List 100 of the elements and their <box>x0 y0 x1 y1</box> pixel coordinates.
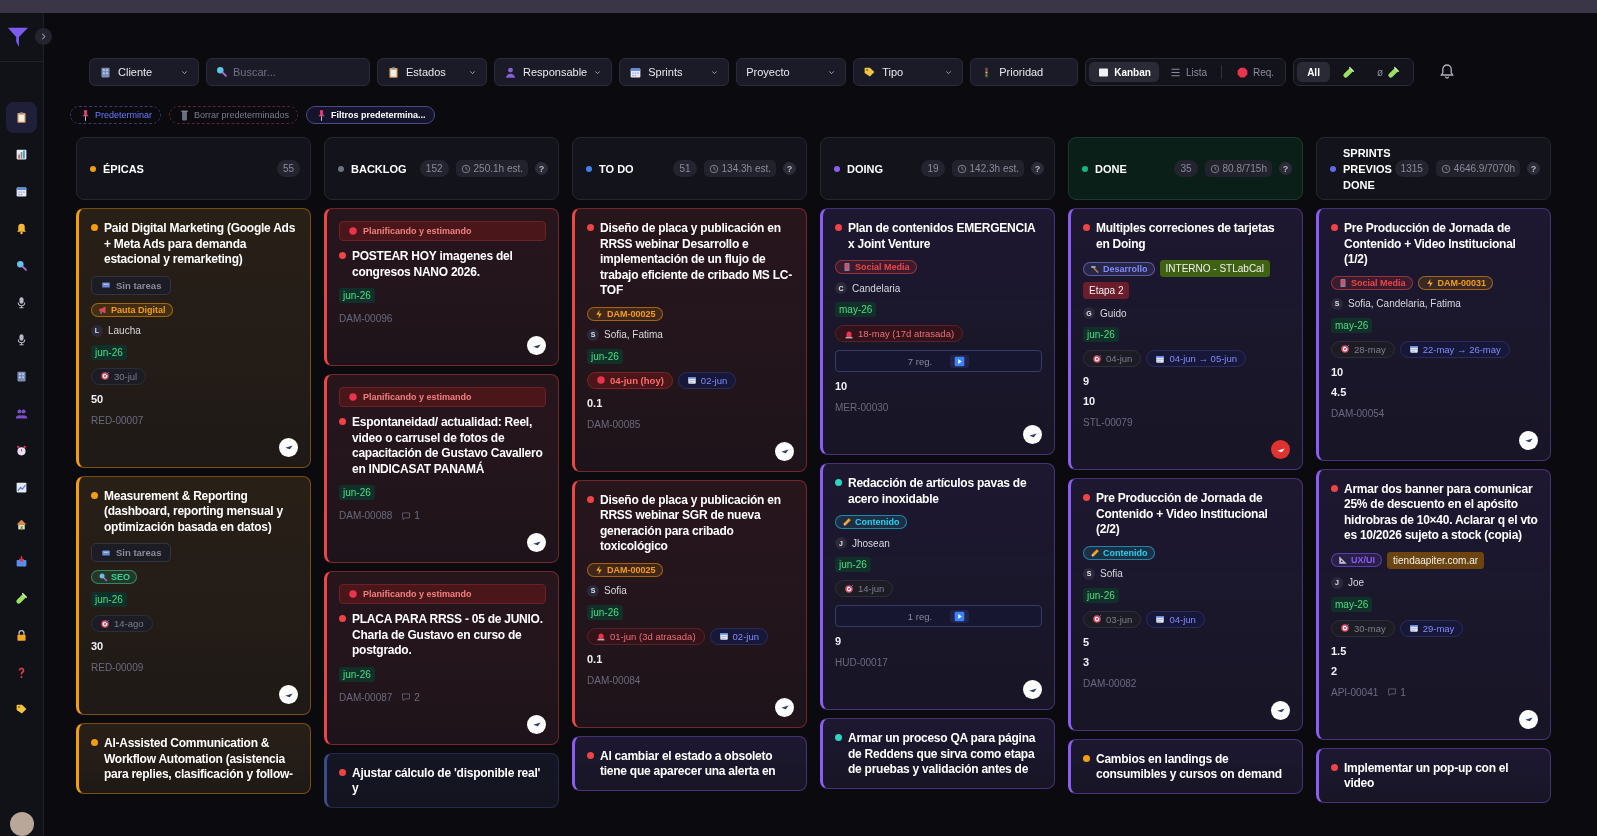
task-card[interactable]: Armar un proceso QA para página de Reddens que sirva como etapa de pruebas y validación antes de <box>820 718 1055 789</box>
card-id: DAM-00096 <box>339 313 393 324</box>
sidebar-item[interactable] <box>6 102 37 133</box>
help-button[interactable]: ? <box>1527 162 1540 175</box>
filter-chip[interactable]: Filtros predetermina... <box>306 106 435 124</box>
count-badge: 35 <box>1174 160 1198 177</box>
estimate-value: 2 <box>1331 664 1339 677</box>
help-button[interactable]: ? <box>1031 162 1044 175</box>
help-button[interactable]: ? <box>535 162 548 175</box>
help-button[interactable]: ? <box>783 162 796 175</box>
filter-dropdown[interactable]: Cliente <box>89 58 199 86</box>
line-chart-icon <box>15 481 28 494</box>
time-records-button[interactable]: 1 reg. <box>835 605 1042 627</box>
calendar-icon <box>1155 353 1166 364</box>
task-card[interactable]: Implementar un pop-up con el video <box>1316 747 1551 803</box>
tag: DAM-00025 <box>587 306 663 321</box>
card-title: Redacción de artículos pavas de acero inoxidable <box>848 476 1028 507</box>
assignee-names: Guido <box>1100 307 1127 319</box>
calendar-icon <box>15 185 28 198</box>
mode-tab[interactable]: All <box>1297 62 1330 82</box>
expand-button[interactable] <box>35 28 52 45</box>
card-title: Pre Producción de Jornada de Contenido + Video Institucional (1/2) <box>1344 221 1517 268</box>
date-pill: 30-may <box>1331 619 1395 637</box>
sprint-tag: may-26 <box>1331 317 1373 333</box>
task-card[interactable]: Al cambiar el estado a obsoleto tiene que aparecer una alerta en <box>572 735 807 791</box>
user-avatar[interactable] <box>9 812 34 836</box>
assignee-names: Laucha <box>108 325 141 336</box>
tag: SEO <box>91 570 137 584</box>
task-card[interactable]: AI-Assisted Communication & Workflow Automation (asistencia para replies, clasificación y follow- <box>76 723 311 794</box>
filter-dropdown[interactable]: Sprints <box>619 58 730 86</box>
task-card[interactable] <box>1316 468 1551 740</box>
view-tab[interactable]: Lista <box>1160 62 1215 82</box>
siren-icon <box>596 631 606 641</box>
help-button[interactable]: ? <box>1279 162 1292 175</box>
date-pill: 04-jun <box>1146 610 1205 628</box>
filter-button[interactable]: Prioridad <box>970 58 1079 86</box>
estimate-value: 9 <box>835 635 843 647</box>
test-tube-icon <box>1387 65 1401 79</box>
card-id: HUD-00017 <box>835 657 888 668</box>
date-pill: 03-jun <box>1083 610 1142 628</box>
bell-icon <box>15 222 28 235</box>
card-id: API-00041 <box>1331 686 1379 698</box>
date-pill: 22-may → 26-may <box>1399 340 1510 358</box>
test-tube-icon <box>1341 65 1355 79</box>
date-pill: 04-jun → 05-jun <box>1146 350 1247 367</box>
filter-dropdown[interactable]: Tipo <box>853 58 964 86</box>
mode-tab[interactable]: ø <box>1366 62 1411 82</box>
tag: UX/UI <box>1331 553 1382 567</box>
card-stack-icon <box>101 280 111 290</box>
task-card[interactable]: Measurement & Reporting (dashboard, reporting mensual y optimización basada en datos) Sin tareas SEO jun-26 14-ago 30 RED-00009 <box>76 475 311 715</box>
comment-count: 1 <box>1387 686 1406 698</box>
target-icon <box>100 618 110 629</box>
play-icon <box>954 355 966 367</box>
status-banner: Planificando y estimando <box>339 221 546 241</box>
comment-count: 2 <box>401 691 420 703</box>
tag: INTERNO - STLabCal <box>1159 260 1270 277</box>
stop-sign-icon <box>1236 65 1249 79</box>
view-tab[interactable]: Req. <box>1228 62 1283 82</box>
calendar-icon <box>686 375 697 385</box>
task-card[interactable]: Cambios en landings de consumibles y cursos on demand <box>1068 738 1303 794</box>
filter-dropdown[interactable]: Proyecto <box>736 58 847 86</box>
tag: Pauta Digital <box>91 302 173 317</box>
card-id: DAM-00084 <box>587 674 641 686</box>
sprint-tag: jun-26 <box>835 557 871 572</box>
clipboard-icon <box>15 111 28 124</box>
filter-dropdown[interactable]: Estados <box>377 58 487 86</box>
column-title: BACKLOG <box>351 161 408 177</box>
board-icon <box>1097 65 1111 79</box>
calendar-icon <box>629 65 643 79</box>
card-title: Cambios en landings de consumibles y cursos on demand <box>1096 751 1283 783</box>
task-card[interactable]: Ajustar cálculo de 'disponible real' y <box>324 752 559 808</box>
test-tube-icon <box>15 592 28 605</box>
card-title: Implementar un pop-up con el video <box>1344 760 1510 792</box>
estimate-badge: 4646.9/7070h <box>1435 160 1520 177</box>
view-tab[interactable]: Kanban <box>1089 62 1159 82</box>
microphone-icon <box>15 296 28 309</box>
card-title: Diseño de placa y publicación en RRSS webinar Desarrollo e implementación de un flujo de trabajo eficiente de cribado MS LC-TOF <box>600 221 793 299</box>
time-records-button[interactable]: 7 reg. <box>835 350 1042 372</box>
card-id: DAM-00054 <box>1331 407 1385 419</box>
card-id: STL-00079 <box>1083 417 1133 428</box>
task-card[interactable]: Planificando y estimando POSTEAR HOY imagenes del congresos NANO 2026. jun-26 DAM-00096 <box>324 208 559 366</box>
estimate-value: 9 <box>1083 375 1091 387</box>
card-id: DAM-00085 <box>587 418 641 430</box>
task-card[interactable]: Planificando y estimando PLACA PARA RRSS - 05 de JUNIO. Charla de Gustavo en curso de postgrado. jun-26 DAM-00087 2 <box>324 571 559 745</box>
estimate-value: 0.1 <box>587 652 604 665</box>
card-title: POSTEAR HOY imagenes del congresos NANO 2026. <box>352 249 514 280</box>
task-card[interactable]: Planificando y estimando Espontaneidad/ actualidad: Reel, video o carrusel de fotos de capacitación de Gustavo Cavallero en INDICASAT PANAMÁ jun-26 DAM-00088 1 <box>324 374 559 563</box>
search-icon <box>15 259 28 272</box>
lightning-icon <box>594 564 604 575</box>
status-banner: Planificando y estimando <box>339 584 546 604</box>
tag: Contenido <box>1083 545 1155 560</box>
clock-icon <box>1209 163 1220 174</box>
card-title: Armar un proceso QA para página de Reddens que sirva como etapa de pruebas y validación antes de <box>848 731 1037 778</box>
search-field[interactable]: Buscar... <box>206 58 370 86</box>
calendar-icon <box>1408 623 1419 633</box>
card-id: RED-00007 <box>91 414 144 426</box>
assignee-names: Joe <box>1348 577 1365 588</box>
estimate-badge: 80.8/715h <box>1204 160 1272 177</box>
filter-dropdown[interactable]: Responsable <box>494 58 613 86</box>
card-title: AI-Assisted Communication & Workflow Automation (asistencia para replies, clasificación y follow- <box>104 736 294 783</box>
